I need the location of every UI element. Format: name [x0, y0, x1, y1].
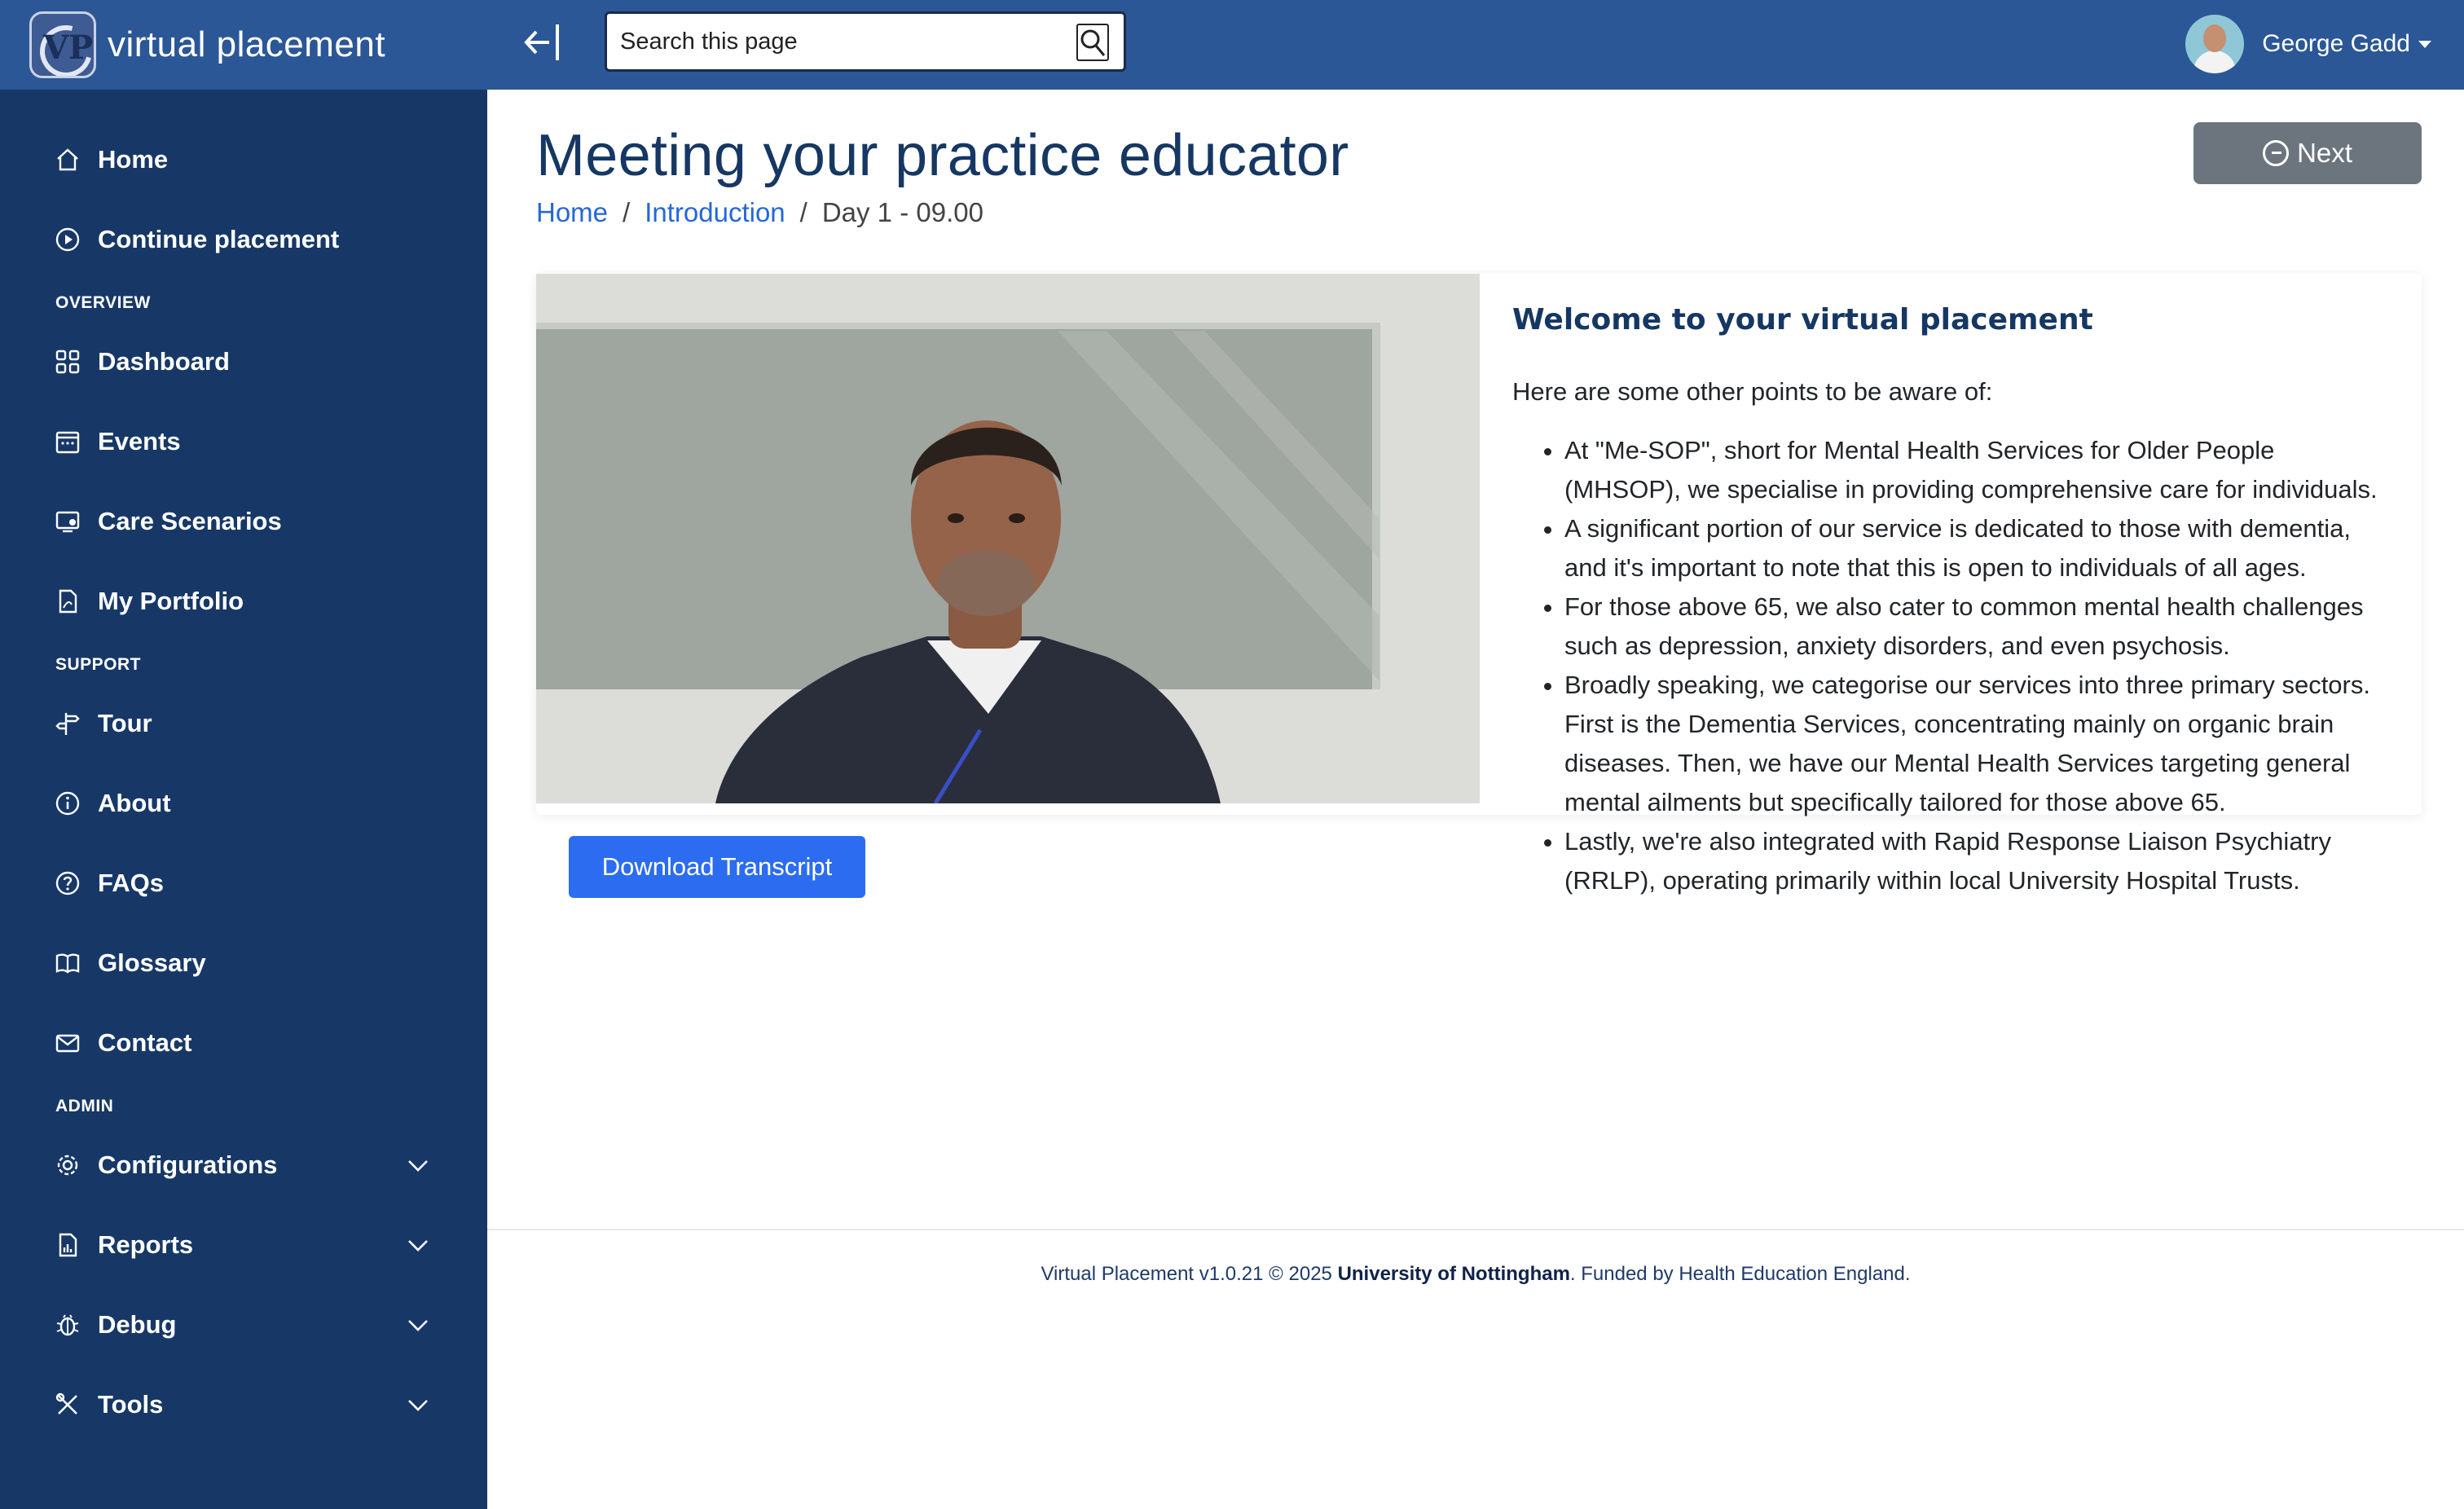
app-title: virtual placement — [108, 24, 386, 64]
sidebar-item-label: Home — [98, 145, 169, 174]
main-content: Meeting your practice educator Home / In… — [487, 90, 2464, 1509]
gear-icon — [54, 1151, 81, 1179]
sidebar-item-label: Configurations — [98, 1150, 278, 1179]
sidebar-item-my-portfolio[interactable]: My Portfolio — [0, 569, 487, 634]
sidebar-item-debug[interactable]: Debug — [0, 1292, 487, 1357]
sidebar-item-label: Tools — [98, 1390, 164, 1419]
sidebar: Home Continue placement OVERVIEW Dashboa… — [0, 90, 487, 1509]
footer-org: University of Nottingham — [1337, 1263, 1570, 1285]
sidebar-item-contact[interactable]: Contact — [0, 1010, 487, 1076]
signpost-icon — [54, 710, 81, 737]
sidebar-item-tour[interactable]: Tour — [0, 691, 487, 756]
points-list: At "Me-SOP", short for Mental Health Ser… — [1512, 431, 2392, 900]
sidebar-item-reports[interactable]: Reports — [0, 1212, 487, 1278]
arrow-right-circle-icon — [2263, 140, 2290, 166]
video-player[interactable] — [536, 274, 1480, 803]
collapse-sidebar-button[interactable] — [521, 18, 562, 67]
play-circle-icon — [54, 226, 81, 253]
question-icon — [54, 869, 81, 897]
chevron-down-icon[interactable] — [406, 1313, 430, 1337]
chevron-down-icon[interactable] — [406, 1153, 430, 1177]
sidebar-item-tools[interactable]: Tools — [0, 1372, 487, 1437]
avatar — [2185, 15, 2245, 73]
sidebar-item-care-scenarios[interactable]: Care Scenarios — [0, 489, 487, 554]
next-button-label: Next — [2297, 138, 2352, 168]
user-name: George Gadd — [2262, 30, 2410, 57]
logo-letters: VP — [43, 29, 94, 67]
next-button[interactable]: Next — [2193, 122, 2422, 184]
info-icon — [54, 790, 81, 817]
sidebar-item-home[interactable]: Home — [0, 127, 487, 192]
user-menu[interactable]: George Gadd — [2185, 11, 2431, 77]
content-card: Download Transcript Welcome to your virt… — [536, 274, 2422, 898]
footer-prefix: Virtual Placement v1.0.21 © 2025 — [1041, 1263, 1338, 1285]
pdf-file-icon — [54, 587, 81, 615]
arrow-left-bar-icon — [524, 24, 559, 60]
top-bar: VP virtual placement George Gadd — [0, 0, 2464, 90]
chevron-down-icon[interactable] — [406, 1233, 430, 1257]
tools-icon — [54, 1391, 81, 1419]
list-item: Broadly speaking, we categorise our serv… — [1564, 666, 2392, 822]
video-frame-image — [536, 274, 1480, 803]
monitor-person-icon — [54, 508, 81, 535]
sidebar-item-events[interactable]: Events — [0, 409, 487, 474]
list-item: A significant portion of our service is … — [1564, 509, 2392, 587]
sidebar-item-faqs[interactable]: FAQs — [0, 851, 487, 916]
breadcrumb-separator: / — [799, 197, 807, 227]
info-heading: Welcome to your virtual placement — [1512, 303, 2093, 337]
sidebar-item-label: Tour — [98, 709, 152, 737]
grid-icon — [54, 348, 81, 376]
bug-icon — [54, 1311, 81, 1339]
sidebar-item-label: My Portfolio — [98, 587, 244, 615]
section-overview: OVERVIEW — [55, 293, 151, 312]
sidebar-item-label: Events — [98, 427, 181, 455]
chevron-down-icon[interactable] — [406, 1392, 430, 1417]
sidebar-item-label: Debug — [98, 1310, 177, 1339]
brand[interactable]: VP virtual placement — [29, 8, 385, 81]
sidebar-item-label: Reports — [98, 1230, 194, 1259]
sidebar-item-label: Glossary — [98, 948, 206, 977]
section-support: SUPPORT — [55, 655, 142, 674]
search-input[interactable] — [607, 28, 1063, 55]
breadcrumb-introduction[interactable]: Introduction — [645, 197, 785, 228]
download-transcript-button[interactable]: Download Transcript — [569, 836, 865, 898]
list-item: At "Me-SOP", short for Mental Health Ser… — [1564, 431, 2392, 509]
breadcrumb-current: Day 1 - 09.00 — [821, 197, 983, 227]
footer-divider — [487, 1229, 2464, 1230]
breadcrumb-separator: / — [623, 197, 631, 227]
report-icon — [54, 1231, 81, 1259]
sidebar-item-label: Dashboard — [98, 347, 230, 376]
calendar-icon — [54, 428, 81, 455]
caret-down-icon — [2418, 40, 2431, 48]
info-panel: Welcome to your virtual placement Here a… — [1512, 303, 2392, 900]
sidebar-item-about[interactable]: About — [0, 771, 487, 836]
envelope-icon — [54, 1029, 81, 1057]
list-item: For those above 65, we also cater to com… — [1564, 587, 2392, 666]
footer-suffix: . Funded by Health Education England. — [1569, 1263, 1911, 1285]
sidebar-item-configurations[interactable]: Configurations — [0, 1133, 487, 1198]
sidebar-item-label: FAQs — [98, 869, 164, 897]
sidebar-item-continue-placement[interactable]: Continue placement — [0, 207, 487, 272]
home-icon — [54, 146, 81, 174]
search-icon[interactable] — [1076, 24, 1109, 61]
sidebar-item-label: About — [98, 789, 171, 817]
book-icon — [54, 949, 81, 977]
breadcrumb-home[interactable]: Home — [536, 197, 608, 228]
sidebar-item-dashboard[interactable]: Dashboard — [0, 329, 487, 394]
page-title: Meeting your practice educator — [536, 123, 1349, 188]
info-intro: Here are some other points to be aware o… — [1512, 377, 1993, 406]
sidebar-item-label: Care Scenarios — [98, 507, 282, 535]
footer: Virtual Placement v1.0.21 © 2025 Univers… — [487, 1263, 2464, 1286]
section-admin: ADMIN — [55, 1097, 114, 1115]
breadcrumb: Home / Introduction / Day 1 - 09.00 — [536, 197, 983, 228]
app-logo: VP — [29, 11, 96, 78]
list-item: Lastly, we're also integrated with Rapid… — [1564, 822, 2392, 900]
sidebar-item-label: Continue placement — [98, 225, 340, 253]
sidebar-item-label: Contact — [98, 1028, 192, 1057]
search-box — [605, 11, 1126, 72]
sidebar-item-glossary[interactable]: Glossary — [0, 930, 487, 996]
